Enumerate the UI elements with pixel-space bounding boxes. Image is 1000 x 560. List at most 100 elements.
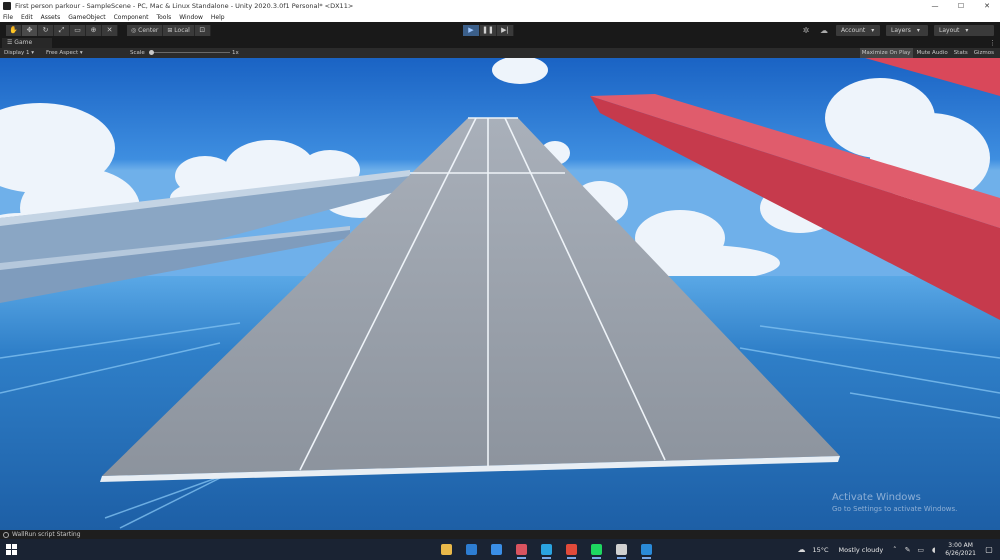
transform-icon: ⊕ xyxy=(90,26,97,34)
grid-snap-button[interactable]: ⊡ xyxy=(194,25,211,36)
window-title: First person parkour - SampleScene - PC,… xyxy=(15,2,354,10)
custom-tool-button[interactable]: ✕ xyxy=(102,25,118,36)
status-message[interactable]: WallRun script Starting xyxy=(12,531,81,538)
move-tool-button[interactable]: ✥ xyxy=(22,25,38,36)
aspect-dropdown[interactable]: Free Aspect ▾ xyxy=(46,50,83,56)
menu-component[interactable]: Component xyxy=(114,14,149,21)
mail-icon xyxy=(491,544,502,555)
layout-dropdown[interactable]: Layout ▾ xyxy=(934,25,994,36)
info-icon xyxy=(3,531,9,538)
network-icon[interactable]: ▭ xyxy=(915,546,926,554)
maximize-on-play-toggle[interactable]: Maximize On Play xyxy=(859,48,913,58)
rotate-tool-button[interactable]: ↻ xyxy=(38,25,54,36)
tab-menu-icon[interactable]: ⋮ xyxy=(989,38,996,48)
activate-windows-watermark: Activate Windows Go to Settings to activ… xyxy=(832,492,957,513)
transform-tool-button[interactable]: ⊕ xyxy=(86,25,102,36)
notification-icon[interactable]: ▢ xyxy=(982,545,996,554)
menu-file[interactable]: File xyxy=(3,14,13,21)
tab-game[interactable]: ☰ Game xyxy=(2,38,52,48)
local-label: Local xyxy=(174,27,190,34)
browser-icon xyxy=(516,544,527,555)
pivot-label: Center xyxy=(138,27,159,34)
unity-logo-icon xyxy=(3,2,11,10)
taskbar-app-spotify[interactable] xyxy=(587,542,606,559)
main-toolbar: ✋ ✥ ↻ ⤢ ▭ ⊕ ✕ ◎ Center ⊞ Local ⊡ ▶ ❚❚ ▶|… xyxy=(0,22,1000,38)
clock[interactable]: 3:00 AM 6/26/2021 xyxy=(945,542,976,558)
step-button[interactable]: ▶| xyxy=(497,25,514,36)
layers-label: Layers xyxy=(891,27,911,34)
pause-button[interactable]: ❚❚ xyxy=(480,25,497,36)
play-button[interactable]: ▶ xyxy=(463,25,480,36)
title-bar: First person parkour - SampleScene - PC,… xyxy=(0,0,1000,12)
menu-help[interactable]: Help xyxy=(211,14,225,21)
display-label: Display 1 xyxy=(4,50,30,56)
close-button[interactable]: ✕ xyxy=(974,0,1000,12)
taskbar-apps xyxy=(437,542,656,559)
taskbar-app-chrome[interactable] xyxy=(562,542,581,559)
pause-icon: ❚❚ xyxy=(482,26,494,34)
move-icon: ✥ xyxy=(26,26,33,34)
taskbar-app-visual-studio-code[interactable] xyxy=(637,542,656,559)
window-controls: — ☐ ✕ xyxy=(922,0,1000,12)
rect-tool-button[interactable]: ▭ xyxy=(70,25,86,36)
menu-gameobject[interactable]: GameObject xyxy=(68,14,105,21)
transform-tools: ✋ ✥ ↻ ⤢ ▭ ⊕ ✕ xyxy=(6,25,118,36)
telegram-icon xyxy=(541,544,552,555)
cloud-icon[interactable]: ☁ xyxy=(818,25,830,36)
menu-window[interactable]: Window xyxy=(179,14,203,21)
game-view[interactable]: Activate Windows Go to Settings to activ… xyxy=(0,58,1000,530)
aspect-label: Free Aspect xyxy=(46,50,79,56)
windows-logo-icon-part xyxy=(6,550,11,555)
visual-studio-code-icon xyxy=(641,544,652,555)
display-dropdown[interactable]: Display 1 ▾ xyxy=(4,50,34,56)
clock-date: 6/26/2021 xyxy=(945,549,976,557)
volume-icon[interactable]: ◖ xyxy=(928,546,939,554)
taskbar-app-unity[interactable] xyxy=(612,542,631,559)
taskbar-app-telegram[interactable] xyxy=(537,542,556,559)
taskbar-app-browser[interactable] xyxy=(512,542,531,559)
scale-slider-track[interactable] xyxy=(150,52,230,53)
scale-value: 1x xyxy=(232,50,239,56)
minimize-button[interactable]: — xyxy=(922,0,948,12)
weather-cloud-icon[interactable]: ☁ xyxy=(797,545,809,554)
weather-text[interactable]: Mostly cloudy xyxy=(839,546,884,554)
taskbar-app-file-explorer[interactable] xyxy=(437,542,456,557)
hand-tool-button[interactable]: ✋ xyxy=(6,25,22,36)
layout-label: Layout xyxy=(939,27,960,34)
pivot-toggles: ◎ Center ⊞ Local ⊡ xyxy=(127,25,211,36)
game-view-toolbar: Display 1 ▾ Free Aspect ▾ Scale 1x Maxim… xyxy=(0,48,1000,58)
layers-dropdown[interactable]: Layers ▾ xyxy=(886,25,928,36)
taskbar-app-microsoft-store[interactable] xyxy=(462,542,481,557)
windows-taskbar: ☁ 15°C Mostly cloudy ˄ ✎ ▭ ◖ 3:00 AM 6/2… xyxy=(0,539,1000,560)
start-button[interactable] xyxy=(6,544,17,555)
pen-icon[interactable]: ✎ xyxy=(902,546,913,554)
windows-logo-icon-part xyxy=(12,550,17,555)
scale-icon: ⤢ xyxy=(58,26,65,34)
unity-editor-window: First person parkour - SampleScene - PC,… xyxy=(0,0,1000,560)
menu-assets[interactable]: Assets xyxy=(41,14,61,21)
game-scene xyxy=(0,58,1000,530)
scale-tool-button[interactable]: ⤢ xyxy=(54,25,70,36)
menu-edit[interactable]: Edit xyxy=(21,14,33,21)
gizmos-dropdown[interactable]: Gizmos xyxy=(972,48,996,58)
game-view-options: Maximize On Play Mute Audio Stats Gizmos xyxy=(859,48,996,58)
chevron-up-icon[interactable]: ˄ xyxy=(889,546,900,554)
collab-icon[interactable]: ✲ xyxy=(800,25,812,36)
pivot-center-toggle[interactable]: ◎ Center xyxy=(127,25,164,36)
clock-time: 3:00 AM xyxy=(948,541,973,549)
chevron-down-icon: ▾ xyxy=(916,27,920,34)
account-dropdown[interactable]: Account ▾ xyxy=(836,25,880,36)
mute-audio-toggle[interactable]: Mute Audio xyxy=(915,48,950,58)
scale-label: Scale xyxy=(130,50,145,56)
taskbar-app-mail[interactable] xyxy=(487,542,506,557)
microsoft-store-icon xyxy=(466,544,477,555)
scale-slider-handle[interactable] xyxy=(149,50,154,55)
pivot-local-toggle[interactable]: ⊞ Local xyxy=(163,25,195,36)
temperature[interactable]: 15°C xyxy=(812,546,828,554)
menu-bar: File Edit Assets GameObject Component To… xyxy=(0,12,1000,22)
stats-toggle[interactable]: Stats xyxy=(952,48,970,58)
maximize-button[interactable]: ☐ xyxy=(948,0,974,12)
menu-tools[interactable]: Tools xyxy=(156,14,171,21)
unity-icon xyxy=(616,544,627,555)
file-explorer-icon xyxy=(441,544,452,555)
